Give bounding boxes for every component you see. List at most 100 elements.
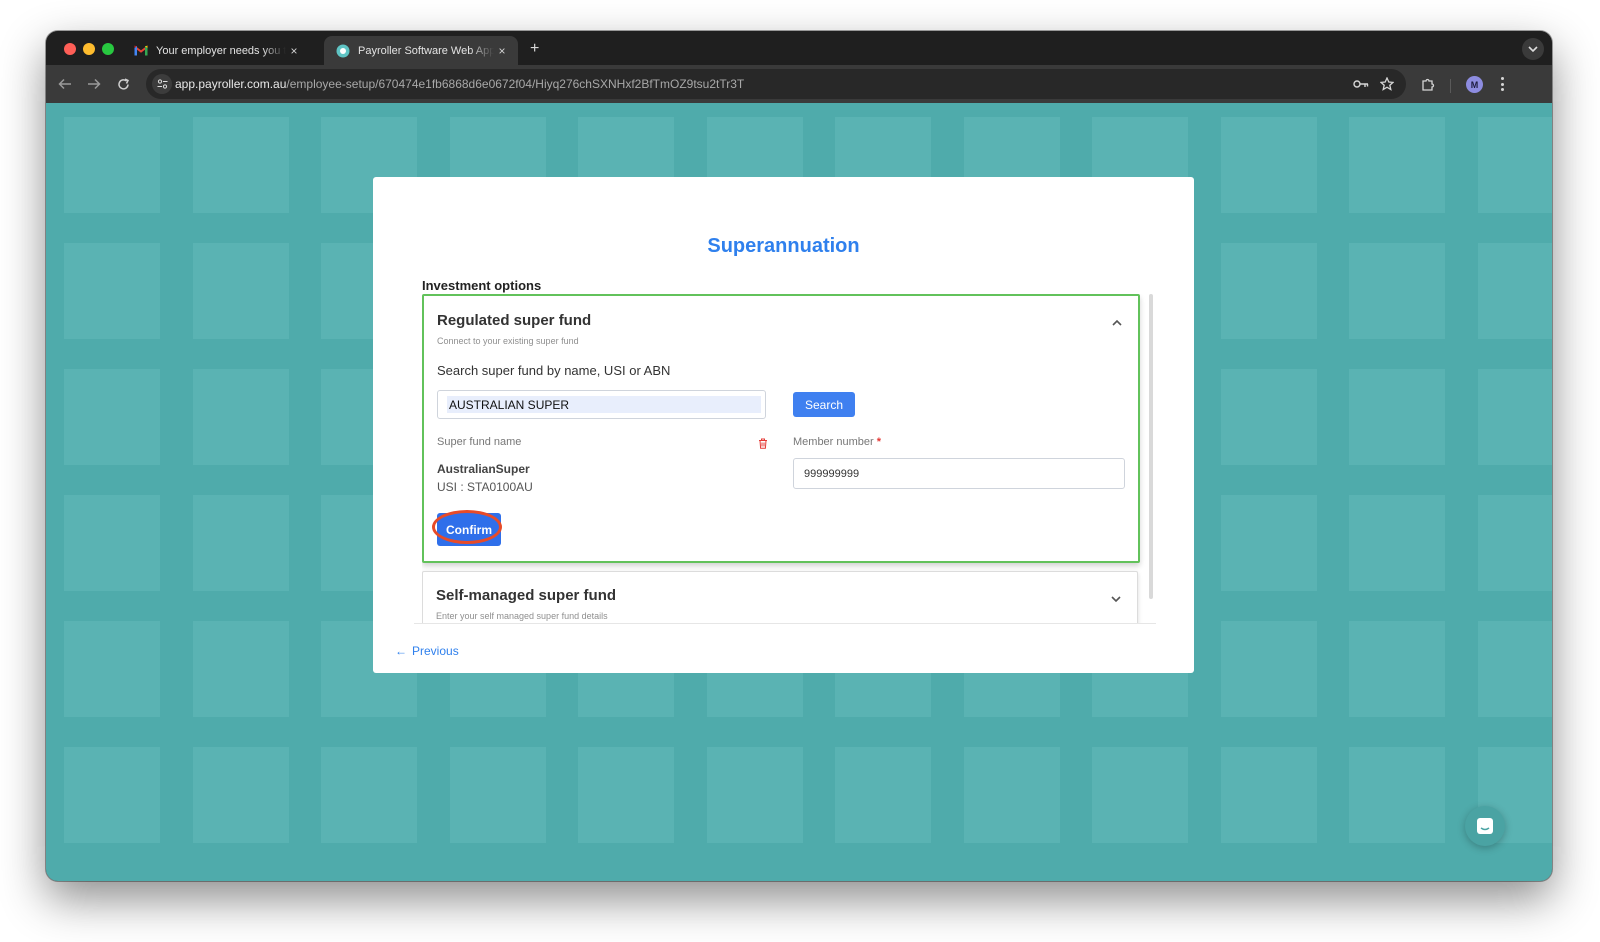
background-tile (193, 117, 289, 213)
tab-title: Your employer needs you to fill (156, 44, 286, 57)
maximize-window-button[interactable] (102, 43, 114, 55)
tab-title: Payroller Software Web Application (358, 44, 494, 57)
arrow-left-icon: ← (395, 644, 407, 658)
background-tile (1221, 369, 1317, 465)
background-tile (1221, 117, 1317, 213)
card-divider (414, 623, 1156, 624)
regulated-fund-title[interactable]: Regulated super fund (437, 312, 591, 329)
tab-payroller[interactable]: Payroller Software Web Application × (324, 36, 518, 65)
fund-search-input[interactable] (447, 396, 761, 413)
superannuation-card: Superannuation Investment options Regula… (373, 177, 1194, 673)
background-tile (1349, 621, 1445, 717)
browser-menu-icon[interactable] (1496, 76, 1508, 92)
background-tile (835, 747, 931, 843)
background-tile (64, 117, 160, 213)
fund-search-field[interactable] (437, 390, 766, 419)
regulated-super-fund-panel: Regulated super fund Connect to your exi… (422, 294, 1140, 563)
site-info-icon[interactable] (152, 74, 172, 94)
background-tile (1478, 369, 1552, 465)
background-tile (1221, 747, 1317, 843)
reload-icon (117, 77, 129, 90)
background-tile (1349, 243, 1445, 339)
bookmark-star-icon[interactable] (1379, 76, 1395, 92)
reload-button[interactable] (114, 75, 132, 93)
trash-icon[interactable] (758, 438, 768, 449)
extensions-puzzle-icon[interactable] (1420, 76, 1436, 92)
background-tile (450, 747, 546, 843)
background-tile (1478, 495, 1552, 591)
required-asterisk: * (876, 436, 881, 448)
page-viewport: Superannuation Investment options Regula… (46, 103, 1552, 881)
chevron-down-icon (1528, 46, 1538, 52)
background-tile (1092, 747, 1188, 843)
confirm-button[interactable]: Confirm (432, 510, 502, 546)
self-managed-super-fund-panel[interactable]: Self-managed super fund Enter your self … (422, 571, 1138, 624)
url-path: /employee-setup/670474e1fb6868d6e0672f04… (286, 77, 745, 91)
background-tile (64, 495, 160, 591)
member-number-input[interactable] (804, 466, 1104, 482)
search-button[interactable]: Search (793, 392, 855, 417)
gmail-icon (134, 44, 148, 58)
regulated-fund-subtitle: Connect to your existing super fund (437, 336, 579, 346)
member-number-label-text: Member number (793, 436, 874, 448)
back-button[interactable] (56, 75, 74, 93)
browser-toolbar: app.payroller.com.au/employee-setup/6704… (46, 65, 1552, 103)
background-tile (64, 747, 160, 843)
url-host: app.payroller.com.au (175, 77, 287, 91)
member-number-label: Member number * (793, 436, 881, 448)
background-tile (64, 369, 160, 465)
url-text[interactable]: app.payroller.com.au/employee-setup/6704… (175, 77, 744, 91)
toolbar-divider (1450, 79, 1451, 93)
chat-icon (1477, 818, 1493, 834)
background-tile (321, 747, 417, 843)
forward-button[interactable] (85, 75, 103, 93)
background-tile (64, 621, 160, 717)
tab-search-button[interactable] (1522, 38, 1544, 60)
search-fund-label: Search super fund by name, USI or ABN (437, 363, 671, 378)
previous-link[interactable]: ← Previous (395, 644, 459, 658)
background-tile (578, 747, 674, 843)
background-tile (1349, 117, 1445, 213)
background-tile (193, 495, 289, 591)
previous-link-label: Previous (412, 644, 459, 658)
chevron-down-icon[interactable] (1109, 592, 1123, 606)
background-tile (1349, 747, 1445, 843)
background-tile (193, 747, 289, 843)
minimize-window-button[interactable] (83, 43, 95, 55)
background-tile (1221, 495, 1317, 591)
address-bar[interactable]: app.payroller.com.au/employee-setup/6704… (146, 69, 1406, 99)
investment-options-label: Investment options (422, 278, 542, 293)
background-tile (1478, 243, 1552, 339)
password-key-icon[interactable] (1353, 76, 1369, 92)
arrow-right-icon (88, 78, 101, 90)
close-window-button[interactable] (64, 43, 76, 55)
background-tile (1221, 243, 1317, 339)
background-tile (64, 243, 160, 339)
tab-close-icon[interactable]: × (494, 43, 510, 59)
background-tile (1221, 621, 1317, 717)
profile-avatar[interactable]: M (1466, 76, 1483, 93)
background-tile (193, 621, 289, 717)
chevron-up-icon[interactable] (1110, 316, 1124, 330)
investment-options-list[interactable]: Regulated super fund Connect to your exi… (422, 294, 1157, 624)
tab-close-icon[interactable]: × (286, 43, 302, 59)
self-managed-fund-title[interactable]: Self-managed super fund (436, 587, 616, 604)
new-tab-button[interactable]: + (530, 41, 539, 57)
tab-gmail[interactable]: Your employer needs you to fill × (122, 36, 310, 65)
background-tile (193, 243, 289, 339)
background-tile (964, 747, 1060, 843)
background-tile (1478, 117, 1552, 213)
super-fund-name-label: Super fund name (437, 436, 522, 448)
tab-strip: Your employer needs you to fill × Payrol… (46, 31, 1552, 65)
selected-fund-usi: USI : STA0100AU (437, 480, 533, 494)
page-title: Superannuation (707, 235, 860, 257)
chat-launcher-button[interactable] (1465, 806, 1505, 846)
member-number-field[interactable] (793, 458, 1125, 489)
arrow-left-icon (58, 78, 71, 90)
background-tile (707, 747, 803, 843)
browser-window: Your employer needs you to fill × Payrol… (46, 31, 1552, 881)
selected-fund-name: AustralianSuper (437, 462, 530, 476)
scrollbar[interactable] (1149, 294, 1153, 599)
background-tile (193, 369, 289, 465)
background-tile (1349, 369, 1445, 465)
